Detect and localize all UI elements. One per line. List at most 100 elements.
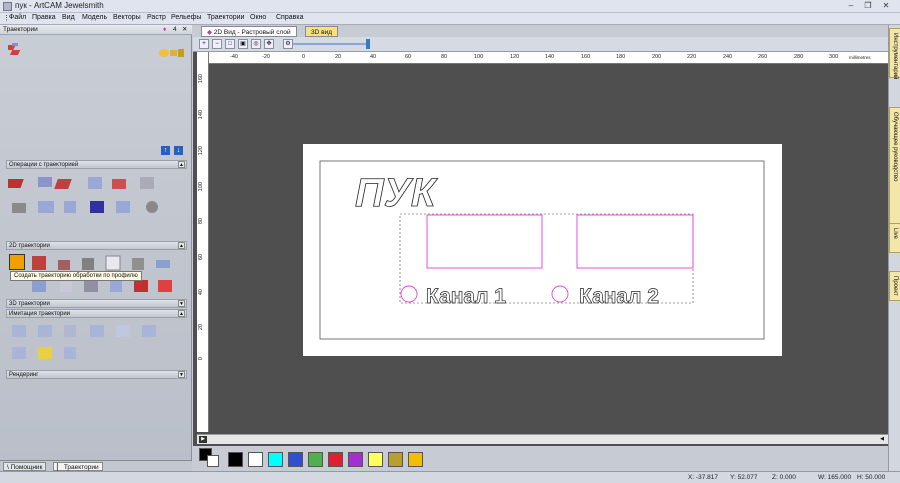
move-down-button[interactable]: ↓ [174,146,183,155]
color-swatch[interactable] [288,452,303,467]
pan-icon[interactable]: ✥ [264,39,274,49]
ruler-label: 220 [687,54,697,60]
section-2d-toolpaths[interactable]: 2D траектории ▲ [6,241,187,250]
close-button[interactable]: ✕ [880,0,892,12]
pin-icon[interactable]: ♦ [163,25,166,35]
menu-edit[interactable]: Правка [32,14,56,21]
tab-2d-view[interactable]: ◆ 2D Вид - Растровый слой [201,26,297,37]
color-swatch[interactable] [228,452,243,467]
profile-toolpath-button[interactable] [9,254,25,270]
secondary-color-swatch[interactable] [207,455,219,467]
tab-project[interactable]: Проект [889,271,900,301]
panel-bottom-tabs: \ Помощник ▏ Траектории [0,460,192,471]
section-label: Имитация траектории [9,311,71,317]
section-label: Рендеринг [9,372,39,378]
scroll-right-icon[interactable]: ◀ [878,436,886,443]
ruler-label: 280 [794,54,804,60]
tab-live[interactable]: Live [889,223,900,253]
menu-bar: ⋮ Файл Правка Вид Модель Векторы Растр Р… [0,13,900,25]
toolpath-operations-icons[interactable] [8,173,183,221]
document-tabs: ◆ 2D Вид - Растровый слой 3D вид [193,25,888,37]
toolpath-tools-icon[interactable] [158,48,186,58]
ruler-unit: millimetres [849,55,871,60]
section-3d-toolpaths[interactable]: 3D траектории ▼ [6,299,187,308]
menu-view[interactable]: Вид [62,14,75,21]
menu-bitmap[interactable]: Растр [147,14,166,21]
zoom-in-icon[interactable]: + [199,39,209,49]
collapse-icon[interactable]: ▲ [178,161,185,168]
expand-icon[interactable]: ▼ [178,371,185,378]
tab-label: Live [892,228,898,240]
horizontal-ruler: -40 -20 0 20 40 60 80 100 120 140 160 18… [197,52,888,64]
color-swatch[interactable] [308,452,323,467]
ruler-label: 160 [198,74,204,84]
panel-close-icon[interactable]: ✕ [182,25,187,35]
tab-3d-view[interactable]: 3D вид [305,26,338,37]
section-label: 2D траектории [9,243,50,249]
blend-slider-handle[interactable] [366,39,370,49]
color-swatch[interactable] [348,452,363,467]
collapse-icon[interactable]: ▲ [178,242,185,249]
color-swatch[interactable] [268,452,283,467]
status-bar: X: -37.817 Y: 52.077 Z: 0.000 W: 165.000… [0,471,900,483]
blend-slider[interactable] [293,43,368,45]
move-up-button[interactable]: ↑ [161,146,170,155]
channel1-rectangle[interactable] [426,214,543,269]
ruler-label: 120 [198,146,204,156]
tab-toolpaths[interactable]: ▏ Траектории [53,462,103,471]
channel2-label[interactable]: Канал 2 [579,285,660,309]
ruler-label: 40 [370,54,377,60]
vector-layer[interactable]: ПУК Канал 1 Канал 2 [303,144,782,356]
color-swatch[interactable] [328,452,343,467]
menu-help[interactable]: Справка [276,14,303,21]
big-text-vector[interactable]: ПУК [355,171,439,216]
menu-vectors[interactable]: Векторы [113,14,141,21]
toolpath-group-icon[interactable] [8,42,28,60]
channel1-circle[interactable] [400,285,418,303]
ruler-label: 300 [829,54,839,60]
ruler-label: 40 [198,289,204,296]
scroll-left-icon[interactable]: ▶ [199,436,207,443]
tab-toolbox[interactable]: Инструментарий [889,28,900,80]
panel-title-text: Траектории [3,26,38,33]
minimize-button[interactable]: – [845,0,857,12]
menu-toolpaths[interactable]: Траектории [207,14,244,21]
color-swatch[interactable] [388,452,403,467]
section-rendering[interactable]: Рендеринг ▼ [6,370,187,379]
menu-file[interactable]: Файл [9,14,26,21]
ruler-label: 160 [581,54,591,60]
ruler-label: 60 [198,254,204,261]
tab-tutorial[interactable]: Обучающее руководство [889,107,900,225]
ruler-label: -40 [230,54,238,60]
channel1-label[interactable]: Канал 1 [426,285,507,309]
tab-assistant[interactable]: \ Помощник [3,462,47,471]
menu-window[interactable]: Окно [250,14,266,21]
collapse-icon[interactable]: ▲ [178,310,185,317]
color-swatch[interactable] [368,452,383,467]
simulation-icons[interactable] [8,321,178,365]
section-toolpath-operations[interactable]: Операции с траекторией ▲ [6,160,187,169]
ruler-label: 20 [198,324,204,331]
zoom-extents-icon[interactable]: ◎ [251,39,261,49]
channel2-rectangle[interactable] [576,214,694,269]
menu-model[interactable]: Модель [82,14,107,21]
title-bar: пук - ArtCAM Jewelsmith – ❐ ✕ [0,0,900,13]
color-swatch[interactable] [248,452,263,467]
expand-icon[interactable]: ▼ [178,300,185,307]
ruler-label: 120 [510,54,520,60]
toolpaths-panel: Траектории ♦ 4 ✕ ↑ ↓ Операции с траектор… [0,25,192,471]
section-simulation[interactable]: Имитация траектории ▲ [6,309,187,318]
color-swatch[interactable] [408,452,423,467]
channel2-circle[interactable] [551,285,569,303]
tab-label: Инструментарий [892,33,898,80]
view-settings-icon[interactable]: ⚙ [283,39,293,49]
right-docking-bar: Инструментарий Обучающее руководство Liv… [888,25,900,471]
model-canvas[interactable]: ПУК Канал 1 Канал 2 [303,144,782,356]
restore-button[interactable]: ❐ [862,0,874,12]
zoom-fit-icon[interactable]: ▣ [238,39,248,49]
primary-secondary-color[interactable] [199,448,221,468]
zoom-out-icon[interactable]: − [212,39,222,49]
zoom-box-icon[interactable]: □ [225,39,235,49]
horizontal-scrollbar[interactable]: ▶ ◀ [197,434,888,444]
menu-reliefs[interactable]: Рельефы [171,14,201,21]
